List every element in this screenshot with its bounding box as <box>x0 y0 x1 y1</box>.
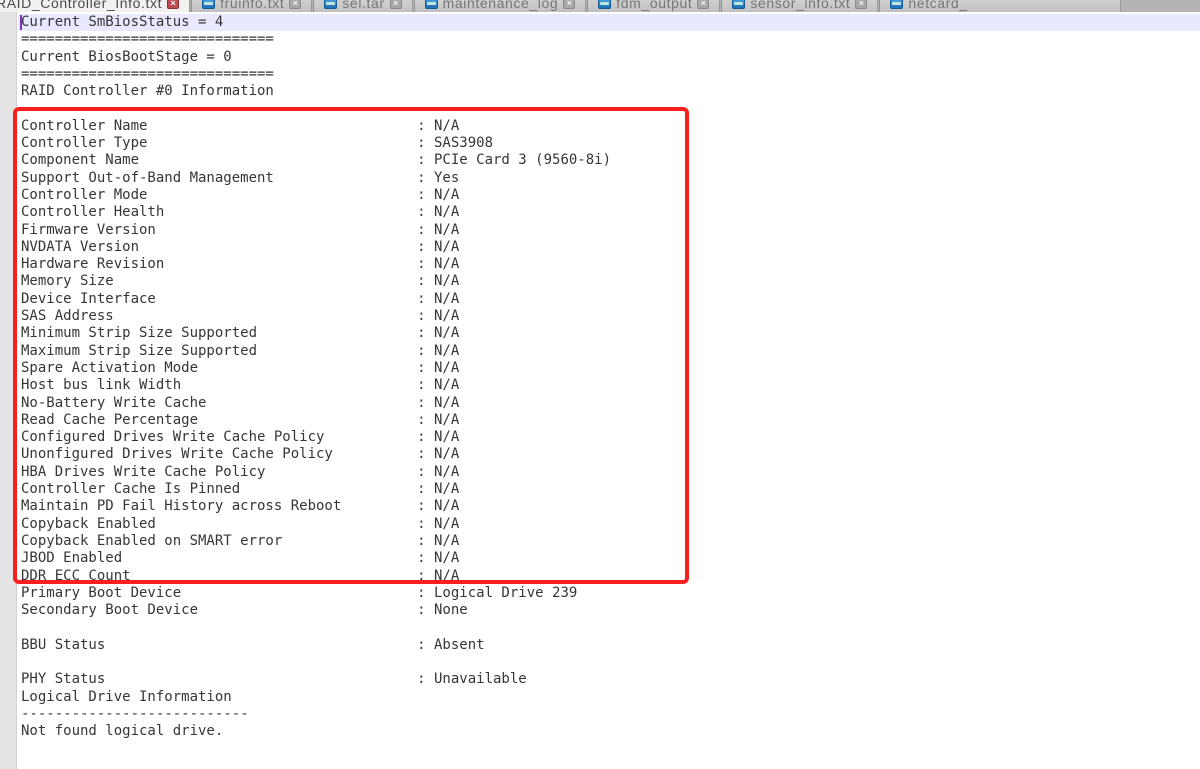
editor-line[interactable]: Spare Activation Mode : N/A <box>21 360 1200 377</box>
editor-line[interactable]: Read Cache Percentage : N/A <box>21 412 1200 429</box>
editor-line[interactable]: Maximum Strip Size Supported : N/A <box>21 343 1200 360</box>
editor-line[interactable] <box>21 619 1200 636</box>
editor-line[interactable]: Host bus link Width : N/A <box>21 377 1200 394</box>
editor-line[interactable]: Current SmBiosStatus = 4 <box>21 14 1200 31</box>
tab-label: fruinfo.txt <box>220 0 284 12</box>
editor-line[interactable]: --------------------------- <box>21 706 1200 723</box>
close-icon[interactable]: × <box>563 0 575 9</box>
editor-line[interactable]: JBOD Enabled : N/A <box>21 550 1200 567</box>
editor-line[interactable]: ============================== <box>21 66 1200 83</box>
tab-label: maintenance_log <box>443 0 559 12</box>
editor-line[interactable]: Current BiosBootStage = 0 <box>21 49 1200 66</box>
editor-line[interactable]: Controller Health : N/A <box>21 204 1200 221</box>
file-icon <box>732 0 745 9</box>
tab-raid-controller-info[interactable]: RAID_Controller_Info.txt × <box>0 0 190 12</box>
editor-line[interactable]: NVDATA Version : N/A <box>21 239 1200 256</box>
editor-lines: Current SmBiosStatus = 4================… <box>21 14 1200 740</box>
editor-line[interactable] <box>21 654 1200 671</box>
editor-line[interactable]: Controller Name : N/A <box>21 118 1200 135</box>
close-icon[interactable]: × <box>390 0 402 9</box>
close-icon[interactable]: × <box>697 0 709 9</box>
close-icon[interactable]: × <box>167 0 179 9</box>
editor-line[interactable]: Copyback Enabled : N/A <box>21 516 1200 533</box>
editor-line[interactable]: Configured Drives Write Cache Policy : N… <box>21 429 1200 446</box>
editor-line[interactable]: Maintain PD Fail History across Reboot :… <box>21 498 1200 515</box>
editor-line[interactable]: RAID Controller #0 Information <box>21 83 1200 100</box>
editor-line[interactable]: Controller Type : SAS3908 <box>21 135 1200 152</box>
editor-line[interactable]: Memory Size : N/A <box>21 273 1200 290</box>
editor-line[interactable]: Secondary Boot Device : None <box>21 602 1200 619</box>
editor-line[interactable]: DDR ECC Count : N/A <box>21 568 1200 585</box>
editor-line[interactable]: Firmware Version : N/A <box>21 222 1200 239</box>
text-editor[interactable]: Current SmBiosStatus = 4================… <box>0 12 1200 769</box>
editor-line[interactable]: PHY Status : Unavailable <box>21 671 1200 688</box>
tab-sel-tar[interactable]: sel.tar × <box>313 0 412 12</box>
editor-line[interactable]: Not found logical drive. <box>21 723 1200 740</box>
tab-sensor-info[interactable]: sensor_info.txt × <box>721 0 878 12</box>
close-icon[interactable]: × <box>289 0 301 9</box>
tab-label: sensor_info.txt <box>750 0 850 12</box>
editor-line[interactable]: Device Interface : N/A <box>21 291 1200 308</box>
editor-line[interactable]: HBA Drives Write Cache Policy : N/A <box>21 464 1200 481</box>
file-icon <box>598 0 611 9</box>
editor-line[interactable]: Minimum Strip Size Supported : N/A <box>21 325 1200 342</box>
tab-bar: RAID_Controller_Info.txt × fruinfo.txt ×… <box>0 0 1200 12</box>
editor-line[interactable]: Hardware Revision : N/A <box>21 256 1200 273</box>
tab-fdm-output[interactable]: fdm_output × <box>587 0 720 12</box>
file-icon <box>324 0 337 9</box>
editor-line[interactable]: No-Battery Write Cache : N/A <box>21 395 1200 412</box>
tab-label: sel.tar <box>342 0 384 12</box>
text-caret <box>20 15 22 30</box>
editor-line[interactable]: SAS Address : N/A <box>21 308 1200 325</box>
editor-line[interactable] <box>21 100 1200 117</box>
tab-fruinfo[interactable]: fruinfo.txt × <box>191 0 312 12</box>
tab-netcard[interactable]: netcard_ <box>879 0 1121 12</box>
tab-maintenance-log[interactable]: maintenance_log × <box>414 0 587 12</box>
editor-line[interactable]: Controller Cache Is Pinned : N/A <box>21 481 1200 498</box>
editor-line[interactable]: Copyback Enabled on SMART error : N/A <box>21 533 1200 550</box>
editor-line[interactable]: Component Name : PCIe Card 3 (9560-8i) <box>21 152 1200 169</box>
editor-line[interactable]: Primary Boot Device : Logical Drive 239 <box>21 585 1200 602</box>
document-text[interactable]: Current SmBiosStatus = 4================… <box>0 14 1200 769</box>
tab-label: RAID_Controller_Info.txt <box>0 0 162 12</box>
editor-line[interactable]: ============================== <box>21 31 1200 48</box>
file-icon <box>890 0 903 9</box>
file-icon <box>202 0 215 9</box>
file-icon <box>425 0 438 9</box>
close-icon[interactable]: × <box>855 0 867 9</box>
editor-line[interactable]: Controller Mode : N/A <box>21 187 1200 204</box>
editor-line[interactable]: Support Out-of-Band Management : Yes <box>21 170 1200 187</box>
tab-label: netcard_ <box>908 0 967 12</box>
editor-line[interactable]: BBU Status : Absent <box>21 637 1200 654</box>
editor-line[interactable]: Unonfigured Drives Write Cache Policy : … <box>21 446 1200 463</box>
editor-line[interactable]: Logical Drive Information <box>21 689 1200 706</box>
tab-label: fdm_output <box>616 0 692 12</box>
